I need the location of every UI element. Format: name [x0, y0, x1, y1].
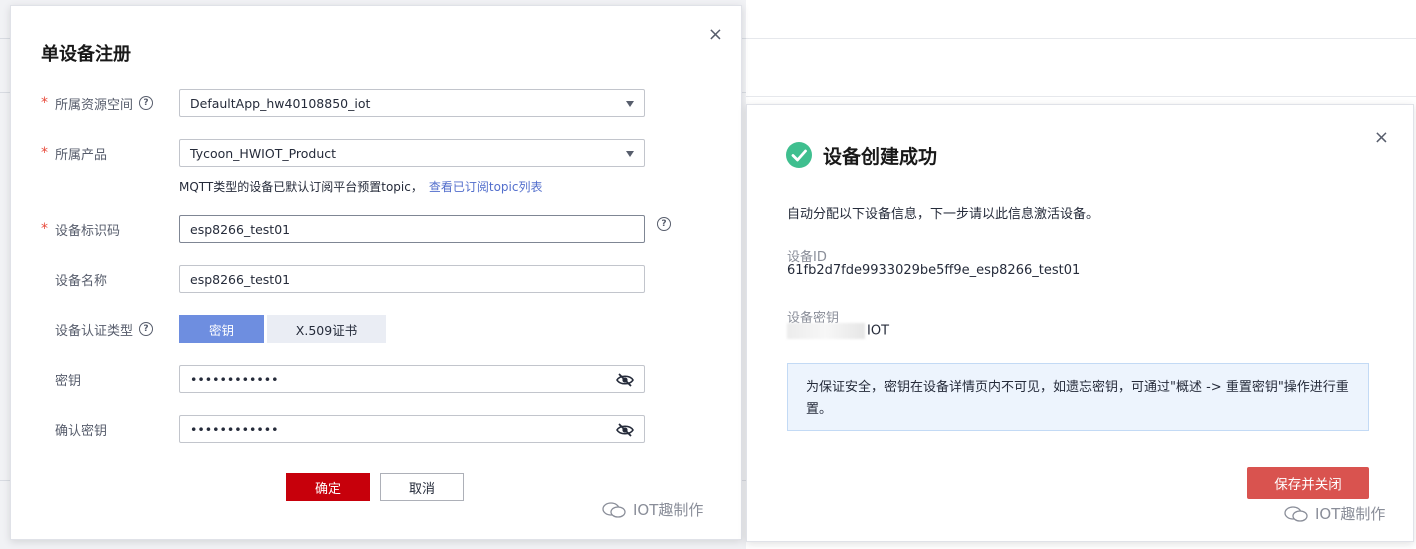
save-and-close-button[interactable]: 保存并关闭: [1247, 467, 1369, 499]
form-row-secret: 密钥: [41, 364, 81, 394]
topic-hint-text: MQTT类型的设备已默认订阅平台预置topic，: [179, 180, 423, 194]
form-row-auth-type: 设备认证类型 ?: [41, 314, 154, 344]
required-mark: *: [41, 145, 48, 161]
form-row-confirm-secret: 确认密钥: [41, 414, 107, 444]
watermark: IOT趣制作: [1283, 503, 1385, 524]
wechat-icon: [602, 501, 626, 518]
form-row-device-name: 设备名称: [41, 264, 107, 294]
eye-off-icon[interactable]: [616, 423, 634, 437]
watermark-text: IOT趣制作: [1315, 505, 1386, 523]
confirm-secret-masked-value: ••••••••••••: [190, 421, 279, 437]
background-divider: [746, 38, 1416, 39]
device-secret-value: IOT: [787, 323, 889, 339]
secret-masked-value: ••••••••••••: [190, 371, 279, 387]
help-icon[interactable]: ?: [657, 217, 671, 231]
auth-type-label: 设备认证类型: [55, 323, 134, 339]
dialog-title: 单设备注册: [41, 44, 131, 65]
device-id-value: 61fb2d7fde9933029be5ff9e_esp8266_test01: [787, 263, 1081, 278]
form-row-device-identifier: * 设备标识码: [41, 214, 120, 244]
device-name-label: 设备名称: [55, 273, 108, 289]
topic-hint: MQTT类型的设备已默认订阅平台预置topic， 查看已订阅topic列表: [179, 178, 542, 195]
confirm-secret-input[interactable]: ••••••••••••: [179, 415, 645, 443]
resource-space-value: DefaultApp_hw40108850_iot: [190, 95, 371, 111]
background-divider: [746, 96, 1416, 97]
resource-space-select[interactable]: DefaultApp_hw40108850_iot: [179, 89, 645, 117]
help-icon[interactable]: ?: [139, 96, 154, 110]
single-device-register-dialog: 单设备注册 × * 所属资源空间 ? DefaultApp_hw40108850…: [10, 5, 742, 540]
device-name-input[interactable]: esp8266_test01: [179, 265, 645, 293]
help-icon[interactable]: ?: [139, 322, 154, 336]
confirm-secret-label: 确认密钥: [55, 423, 108, 439]
wechat-icon: [1284, 505, 1308, 522]
resource-space-label: 所属资源空间: [55, 97, 134, 113]
redacted-secret: [787, 323, 865, 339]
watermark-text: IOT趣制作: [633, 501, 704, 519]
device-created-dialog: 设备创建成功 × 自动分配以下设备信息，下一步请以此信息激活设备。 设备ID 6…: [746, 104, 1414, 542]
secret-label: 密钥: [55, 373, 82, 389]
success-title-text: 设备创建成功: [823, 145, 938, 168]
auth-option-secret[interactable]: 密钥: [179, 315, 264, 343]
intro-text: 自动分配以下设备信息，下一步请以此信息激活设备。: [787, 207, 1100, 222]
required-mark: *: [41, 221, 48, 237]
product-label: 所属产品: [55, 147, 108, 163]
success-title: 设备创建成功: [785, 141, 937, 169]
cancel-button[interactable]: 取消: [380, 473, 464, 501]
eye-off-icon[interactable]: [616, 373, 634, 387]
confirm-button[interactable]: 确定: [286, 473, 370, 501]
required-mark: *: [41, 95, 48, 111]
view-topic-list-link[interactable]: 查看已订阅topic列表: [429, 180, 543, 194]
product-value: Tycoon_HWIOT_Product: [190, 145, 337, 161]
security-notice: 为保证安全，密钥在设备详情页内不可见，如遗忘密钥，可通过"概述 -> 重置密钥"…: [787, 363, 1369, 431]
product-select[interactable]: Tycoon_HWIOT_Product: [179, 139, 645, 167]
watermark: IOT趣制作: [601, 499, 703, 520]
chevron-down-icon: [626, 151, 634, 157]
device-secret-suffix: IOT: [867, 323, 890, 339]
secret-input[interactable]: ••••••••••••: [179, 365, 645, 393]
form-row-resource-space: * 所属资源空间 ?: [41, 88, 154, 118]
device-name-value: esp8266_test01: [190, 271, 291, 287]
device-identifier-input[interactable]: esp8266_test01: [179, 215, 645, 243]
device-identifier-value: esp8266_test01: [190, 221, 291, 237]
auth-option-x509[interactable]: X.509证书: [267, 315, 386, 343]
close-icon[interactable]: ×: [1374, 127, 1389, 148]
device-identifier-label: 设备标识码: [55, 223, 121, 239]
success-check-icon: [786, 142, 812, 168]
chevron-down-icon: [626, 101, 634, 107]
form-row-product: * 所属产品: [41, 138, 107, 168]
close-icon[interactable]: ×: [708, 24, 723, 45]
